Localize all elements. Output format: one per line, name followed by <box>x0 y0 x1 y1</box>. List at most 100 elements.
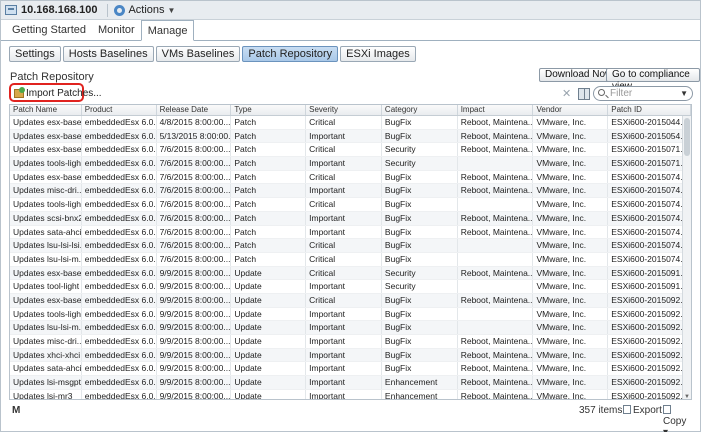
clear-filter-icon[interactable]: ✕ <box>562 88 574 100</box>
table-cell: Updates tools-light <box>10 157 82 170</box>
table-cell: embeddedEsx 6.0.0 <box>82 389 157 399</box>
table-cell: embeddedEsx 6.0.0 <box>82 348 157 362</box>
table-row[interactable]: Updates tool-light embeddedEsx 6.0.0 9/9/2… <box>10 280 691 294</box>
search-icon <box>598 89 605 96</box>
subtab-settings[interactable]: Settings <box>9 46 61 62</box>
column-header[interactable]: Patch Name <box>10 105 82 115</box>
table-row[interactable]: Updates esx-base embeddedEsx 6.0.0 9/9/201… <box>10 266 691 281</box>
table-cell: BugFix <box>382 348 458 362</box>
table-cell: Update <box>231 280 307 293</box>
table-cell: VMware, Inc. <box>533 335 609 348</box>
table-cell: Critical <box>306 198 382 211</box>
table-cell: VMware, Inc. <box>533 293 609 307</box>
compliance-view-button[interactable]: Go to compliance view <box>606 68 700 92</box>
table-cell: ESXi600-2015044... <box>608 116 691 129</box>
scrollbar[interactable]: ▼ <box>682 116 691 399</box>
table-cell: Reboot, Maintena... <box>458 348 534 362</box>
table-cell: Critical <box>306 170 382 184</box>
sub-tabs: Settings Hosts Baselines VMs Baselines P… <box>9 46 418 62</box>
table-row[interactable]: Updates xhci-xhci embeddedEsx 6.0.0 9/9/20… <box>10 348 691 363</box>
subtab-patch-repository[interactable]: Patch Repository <box>242 46 339 62</box>
tab-getting-started[interactable]: Getting Started <box>6 21 92 40</box>
table-row[interactable]: Updates sata-ahci embeddedEsx 6.0.0 7/6/20… <box>10 225 691 240</box>
table-row[interactable]: Updates tools-light embeddedEsx 6.0.0 7/6/… <box>10 198 691 212</box>
table-cell: Updates lsi-msgpt3 <box>10 376 82 389</box>
table-cell: ESXi600-2015074... <box>608 239 691 252</box>
table-cell: Security <box>382 157 458 170</box>
table-cell: Patch <box>231 170 307 184</box>
table-cell: ESXi600-2015091... <box>608 266 691 280</box>
table-cell <box>458 198 534 211</box>
chevron-down-icon[interactable]: ▼ <box>680 87 688 100</box>
copy-button[interactable]: Copy ▾ <box>663 405 692 432</box>
table-row[interactable]: Updates lsu-lsi-m... embeddedEsx 6.0.0 7/6… <box>10 252 691 267</box>
table-cell: ESXi600-2015074... <box>608 252 691 266</box>
table-cell: embeddedEsx 6.0.0 <box>82 335 157 348</box>
copy-icon <box>663 405 671 414</box>
table-row[interactable]: Updates sata-ahci embeddedEsx 6.0.0 9/9/20… <box>10 362 691 377</box>
table-cell: ESXi600-2015054... <box>608 129 691 143</box>
table-cell: Patch <box>231 129 307 143</box>
table-row[interactable]: Updates lsi-msgpt3 embeddedEsx 6.0.0 9/9/2… <box>10 376 691 390</box>
table-row[interactable]: Updates tools-light embeddedEsx 6.0.0 7/6/… <box>10 157 691 171</box>
table-row[interactable]: Updates misc-dri... embeddedEsx 6.0.0 9/9/… <box>10 335 691 349</box>
table-cell: VMware, Inc. <box>533 252 609 266</box>
table-row[interactable]: Updates esx-base embeddedEsx 6.0.0 7/6/201… <box>10 143 691 158</box>
table-cell: ESXi600-2015071... <box>608 157 691 170</box>
table-row[interactable]: Updates lsu-lsi-m... embeddedEsx 6.0.0 9/9… <box>10 321 691 335</box>
patch-table: Patch Name Product Release Date Type Severit… <box>9 104 692 400</box>
table-row[interactable]: Updates esx-base embeddedEsx 6.0.0 7/6/201… <box>10 170 691 185</box>
column-header[interactable]: Product <box>82 105 157 115</box>
subtab-esxi-images[interactable]: ESXi Images <box>340 46 416 62</box>
column-header[interactable]: Vendor <box>533 105 609 115</box>
table-cell: Reboot, Maintena... <box>458 376 534 389</box>
table-cell: Patch <box>231 198 307 211</box>
table-cell: Important <box>306 348 382 362</box>
subtab-vms-baselines[interactable]: VMs Baselines <box>155 46 241 62</box>
column-header[interactable]: Release Date <box>157 105 232 115</box>
table-row[interactable]: Updates lsu-lsi-lsi... embeddedEsx 6.0.0 7… <box>10 239 691 253</box>
table-cell: embeddedEsx 6.0.0 <box>82 198 157 211</box>
column-header[interactable]: Type <box>231 105 307 115</box>
import-patches-button[interactable]: Import Patches... <box>12 86 106 102</box>
table-row[interactable]: Updates scsi-bnx2i embeddedEsx 6.0.0 7/6/2… <box>10 211 691 226</box>
column-header[interactable]: Severity <box>306 105 382 115</box>
subtab-hosts-baselines[interactable]: Hosts Baselines <box>62 46 154 62</box>
table-cell: Reboot, Maintena... <box>458 389 534 399</box>
table-cell: Enhancement <box>382 376 458 389</box>
table-row[interactable]: Updates tools-light embeddedEsx 6.0.0 9/9/… <box>10 307 691 322</box>
table-cell: ESXi600-2015074... <box>608 211 691 225</box>
table-cell: VMware, Inc. <box>533 170 609 184</box>
table-cell: Updates esx-base <box>10 170 82 184</box>
column-chooser-icon[interactable] <box>578 88 590 100</box>
table-row[interactable]: Updates misc-dri... embeddedEsx 6.0.0 7/6/… <box>10 184 691 199</box>
column-header[interactable]: Category <box>382 105 458 115</box>
table-row[interactable]: Updates esx-base embeddedEsx 6.0.0 5/13/20… <box>10 129 691 144</box>
table-cell: VMware, Inc. <box>533 143 609 157</box>
table-cell: Update <box>231 266 307 280</box>
table-cell: BugFix <box>382 307 458 321</box>
table-cell: Update <box>231 321 307 334</box>
tab-monitor[interactable]: Monitor <box>92 21 141 40</box>
tab-manage[interactable]: Manage <box>140 20 195 41</box>
table-row[interactable]: Updates esx-base embeddedEsx 6.0.0 4/8/201… <box>10 116 691 130</box>
table-cell: 7/6/2015 8:00:00... <box>157 252 232 266</box>
column-header[interactable]: Impact <box>458 105 534 115</box>
table-cell: ESXi600-2015074... <box>608 170 691 184</box>
table-cell: embeddedEsx 6.0.0 <box>82 116 157 129</box>
table-cell: Updates sata-ahci <box>10 225 82 239</box>
table-cell: BugFix <box>382 239 458 252</box>
table-cell: VMware, Inc. <box>533 321 609 334</box>
scrollbar-thumb[interactable] <box>684 118 690 156</box>
actions-menu[interactable]: Actions ▼ <box>114 4 175 16</box>
table-cell: Critical <box>306 116 382 129</box>
table-cell: VMware, Inc. <box>533 198 609 211</box>
table-cell: BugFix <box>382 198 458 211</box>
table-row[interactable]: Updates lsi-mr3 embeddedEsx 6.0.0 9/9/2015… <box>10 389 691 399</box>
filter-input[interactable]: Filter ▼ <box>593 86 693 101</box>
table-row[interactable]: Updates esx-base embeddedEsx 6.0.0 9/9/201… <box>10 293 691 308</box>
table-cell: ESXi600-2015092... <box>608 362 691 376</box>
table-cell: BugFix <box>382 170 458 184</box>
table-cell <box>458 239 534 252</box>
column-header[interactable]: Patch ID <box>608 105 691 115</box>
